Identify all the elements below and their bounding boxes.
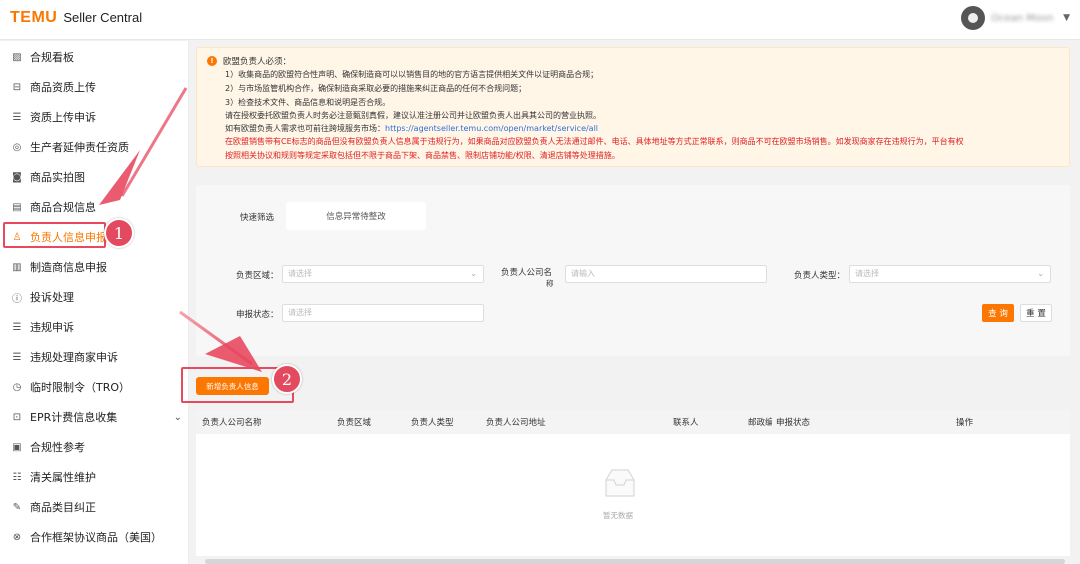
annotation-arrow bbox=[120, 87, 188, 197]
annotation-box-sidebar bbox=[3, 222, 106, 248]
annotation-badge-2: 2 bbox=[272, 364, 302, 394]
annotation-badge-1: 1 bbox=[104, 218, 134, 248]
annotation-arrows bbox=[99, 87, 262, 372]
